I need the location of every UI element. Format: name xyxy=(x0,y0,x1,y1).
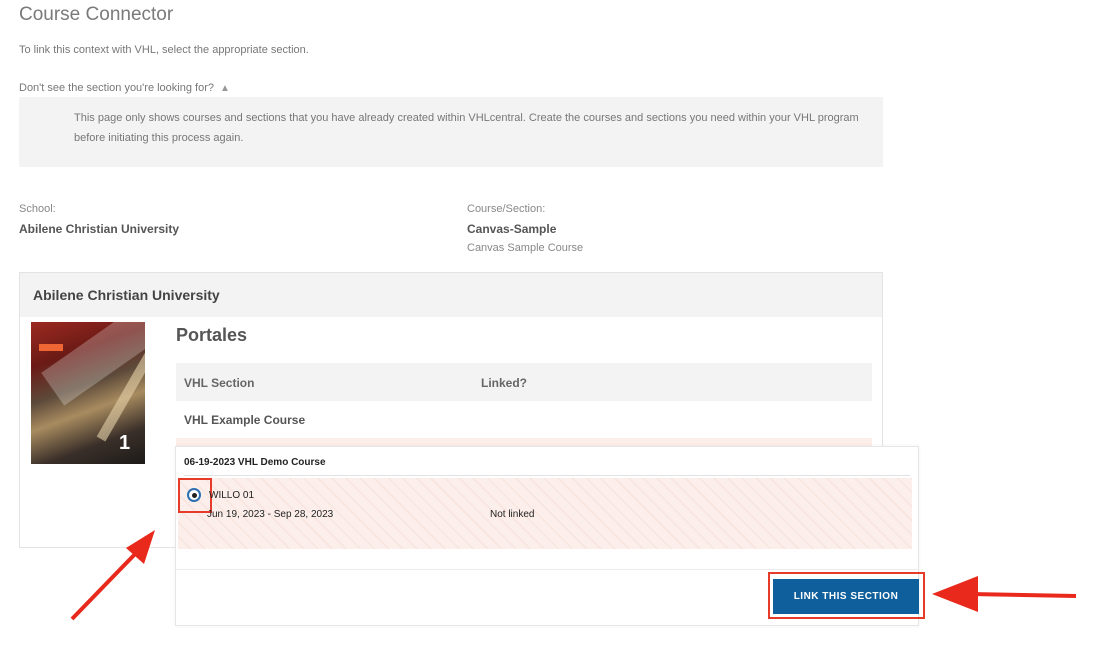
course-section-value: Canvas-Sample xyxy=(467,222,557,236)
divider xyxy=(184,475,910,476)
school-label: School: xyxy=(19,203,56,215)
course-row: VHL Example Course xyxy=(176,401,872,438)
section-status: Not linked xyxy=(490,509,535,520)
program-title: Portales xyxy=(176,325,248,345)
table-header: VHL Section Linked? xyxy=(176,363,872,401)
link-section-button[interactable]: LINK THIS SECTION xyxy=(773,579,919,614)
section-dates: Jun 19, 2023 - Sep 28, 2023 xyxy=(207,509,334,520)
school-value: Abilene Christian University xyxy=(19,222,180,236)
info-text: This page only shows courses and section… xyxy=(74,112,859,144)
card-header: Abilene Christian University xyxy=(20,273,882,317)
dont-see-toggle[interactable]: Don't see the section you're looking for… xyxy=(19,82,230,94)
col-vhl-section: VHL Section xyxy=(184,376,255,390)
red-arrow-icon xyxy=(932,576,1077,612)
course-section-subvalue: Canvas Sample Course xyxy=(467,242,584,254)
page-title: Course Connector xyxy=(19,4,174,25)
radio-highlight-box xyxy=(178,478,212,513)
dont-see-label: Don't see the section you're looking for… xyxy=(19,82,214,94)
divider xyxy=(176,569,918,570)
instruction-text: To link this context with VHL, select th… xyxy=(19,44,309,56)
red-arrow-icon xyxy=(70,530,155,621)
popup-course-title: 06-19-2023 VHL Demo Course xyxy=(184,457,326,468)
course-name: VHL Example Course xyxy=(184,413,306,427)
chevron-up-icon: ▲ xyxy=(219,82,230,94)
book-cover-image: 1 xyxy=(31,322,145,464)
course-section-label: Course/Section: xyxy=(467,203,546,215)
info-box: This page only shows courses and section… xyxy=(19,97,883,167)
col-linked: Linked? xyxy=(481,376,528,390)
section-name: WILLO 01 xyxy=(209,490,255,501)
row-highlight xyxy=(176,438,872,446)
